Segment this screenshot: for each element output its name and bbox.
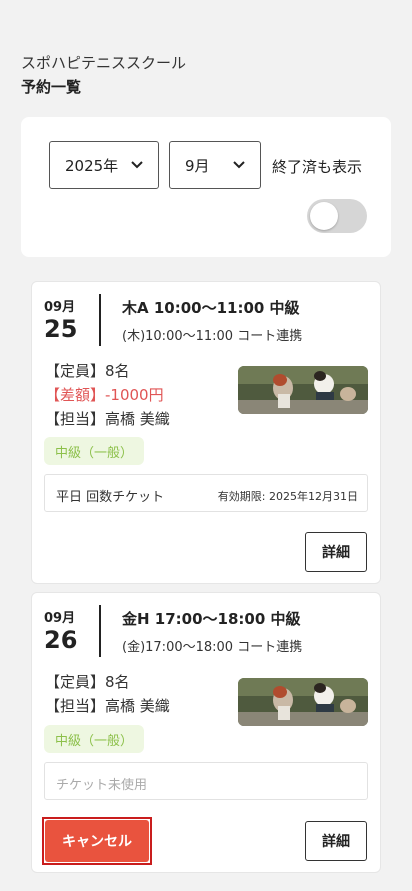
chevron-down-icon — [233, 161, 245, 169]
cancel-button[interactable]: キャンセル — [45, 820, 149, 862]
lesson-photo — [238, 678, 368, 726]
show-completed-toggle[interactable] — [307, 199, 367, 233]
detail-button[interactable]: 詳細 — [305, 821, 367, 861]
month-select-value: 9月 — [185, 156, 210, 175]
ticket-info: 平日 回数チケット 有効期限: 2025年12月31日 — [44, 474, 368, 512]
school-name: スポハピテニススクール — [21, 54, 187, 72]
ticket-unused-text: チケット未使用 — [56, 778, 148, 793]
ticket-name: 平日 回数チケット — [56, 490, 165, 505]
date-divider — [99, 294, 101, 346]
chevron-down-icon — [131, 161, 143, 169]
ticket-expiry: 有効期限: 2025年12月31日 — [217, 490, 358, 503]
instructor-text: 【担当】高橋 美織 — [45, 410, 170, 428]
capacity-text: 【定員】8名 — [45, 673, 130, 691]
year-select-value: 2025年 — [65, 156, 119, 175]
year-select[interactable]: 2025年 — [49, 141, 159, 189]
date-day: 25 — [44, 315, 78, 343]
show-completed-label: 終了済も表示 — [272, 158, 363, 176]
lesson-schedule: (金)17:00〜18:00 コート連携 — [122, 640, 303, 655]
lesson-title: 木A 10:00〜11:00 中級 — [122, 299, 300, 317]
reservation-card: 09月 26 金H 17:00〜18:00 中級 (金)17:00〜18:00 … — [31, 592, 381, 873]
date-divider — [99, 605, 101, 657]
date-month: 09月 — [44, 300, 76, 315]
filter-panel: 2025年 9月 終了済も表示 — [21, 117, 391, 257]
lesson-photo — [238, 366, 368, 414]
level-badge: 中級（一般） — [44, 725, 144, 753]
date-day: 26 — [44, 626, 78, 654]
level-badge: 中級（一般） — [44, 437, 144, 465]
page-title: 予約一覧 — [21, 78, 82, 96]
lesson-title: 金H 17:00〜18:00 中級 — [122, 610, 301, 628]
price-difference-text: 【差額】-1000円 — [45, 386, 164, 404]
detail-button[interactable]: 詳細 — [305, 532, 367, 572]
reservation-card: 09月 25 木A 10:00〜11:00 中級 (木)10:00〜11:00 … — [31, 281, 381, 584]
date-month: 09月 — [44, 611, 76, 626]
month-select[interactable]: 9月 — [169, 141, 261, 189]
lesson-schedule: (木)10:00〜11:00 コート連携 — [122, 329, 303, 344]
ticket-info: チケット未使用 — [44, 762, 368, 800]
toggle-knob — [310, 202, 338, 230]
instructor-text: 【担当】高橋 美織 — [45, 697, 170, 715]
capacity-text: 【定員】8名 — [45, 362, 130, 380]
